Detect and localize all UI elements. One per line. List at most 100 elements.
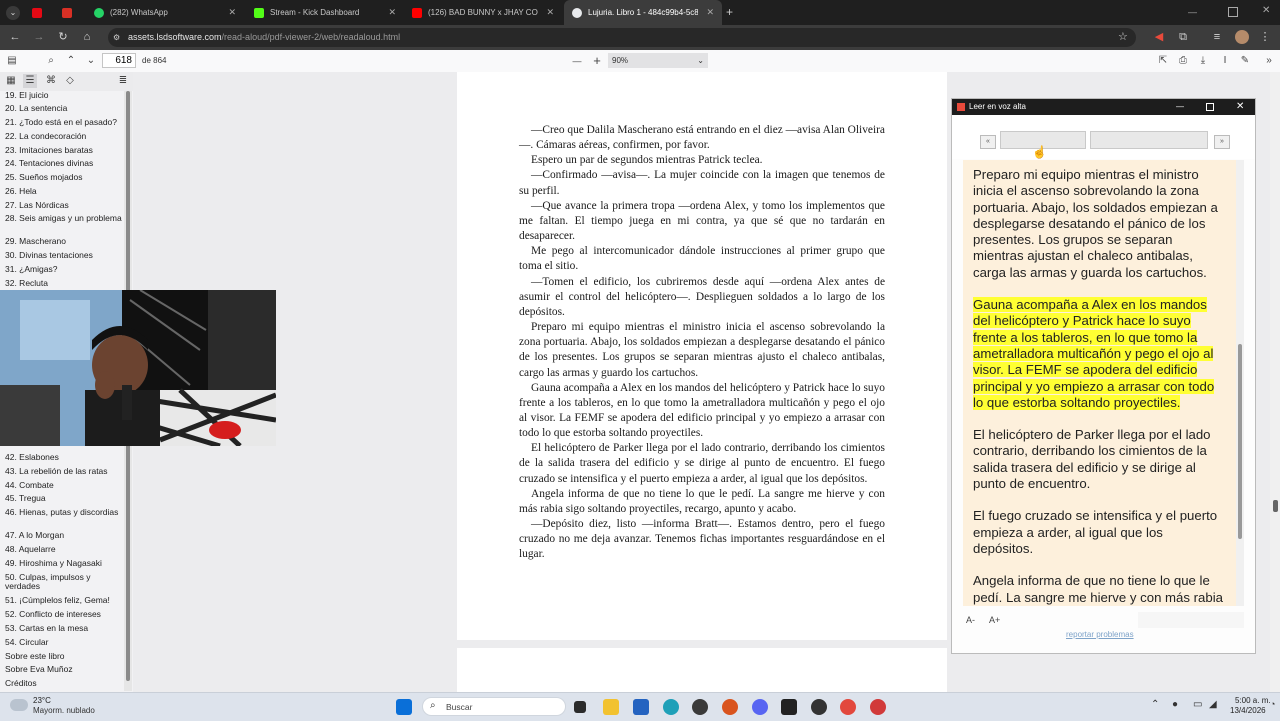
- discord-icon[interactable]: [752, 699, 768, 715]
- outline-item[interactable]: 48. Aquelarre: [0, 545, 123, 554]
- outline-item[interactable]: 19. El juicio: [0, 91, 123, 100]
- taskbar-search[interactable]: ⌕ Buscar: [422, 697, 566, 716]
- close-icon[interactable]: ✕: [1236, 99, 1244, 115]
- weather-temp[interactable]: 23°C: [33, 696, 51, 705]
- clock-time[interactable]: 5:00 a. m.: [1235, 696, 1271, 705]
- close-icon[interactable]: ✕: [228, 7, 236, 18]
- read-aloud-extension-icon[interactable]: ◀: [1152, 30, 1166, 44]
- address-bar[interactable]: ⚙ assets.lsdsoftware.com/read-aloud/pdf-…: [108, 28, 1136, 47]
- outline-item[interactable]: 54. Circular: [0, 638, 123, 647]
- voice-control-slot[interactable]: [1090, 131, 1208, 149]
- rewind-button[interactable]: «: [980, 135, 996, 149]
- viewer-scrollbar[interactable]: [1270, 72, 1280, 692]
- microphone-icon[interactable]: ●: [1172, 699, 1178, 710]
- chrome-icon[interactable]: [840, 699, 856, 715]
- site-info-icon[interactable]: ⚙: [113, 33, 122, 42]
- zoom-out-button[interactable]: —: [570, 54, 584, 68]
- obs-icon[interactable]: [811, 699, 827, 715]
- outline-item[interactable]: 42. Eslabones: [0, 453, 123, 462]
- font-larger-button[interactable]: A+: [989, 615, 1000, 625]
- maximize-icon[interactable]: [1206, 103, 1214, 111]
- home-icon[interactable]: ⌂: [80, 30, 94, 44]
- outline-item[interactable]: 50. Culpas, impulsos y verdades: [0, 573, 123, 591]
- network-icon[interactable]: ▭: [1193, 699, 1202, 710]
- tray-chevron-icon[interactable]: ⌃: [1151, 699, 1159, 710]
- outline-item[interactable]: 26. Hela: [0, 187, 123, 196]
- minimize-icon[interactable]: —: [1176, 99, 1184, 115]
- zoom-select[interactable]: 90% ⌄: [608, 53, 708, 68]
- outline-item[interactable]: 29. Mascherano: [0, 237, 123, 246]
- media-controls-icon[interactable]: ≡: [1210, 30, 1224, 44]
- zoom-in-button[interactable]: +: [590, 54, 604, 68]
- tab-kick[interactable]: Stream - Kick Dashboard ✕: [246, 0, 404, 25]
- tab-youtube[interactable]: (126) BAD BUNNY x JHAY CORT ✕: [404, 0, 562, 25]
- outline-item[interactable]: 23. Imitaciones baratas: [0, 146, 123, 155]
- profile-avatar[interactable]: [1235, 30, 1249, 44]
- reload-icon[interactable]: ↻: [56, 30, 70, 44]
- read-aloud-scroll-thumb[interactable]: [1238, 344, 1242, 539]
- extensions-icon[interactable]: ⧉: [1176, 30, 1190, 44]
- forward-button[interactable]: »: [1214, 135, 1230, 149]
- outline-item[interactable]: 30. Divinas tentaciones: [0, 251, 123, 260]
- bookmark-star-icon[interactable]: ☆: [1118, 30, 1128, 43]
- outline-item[interactable]: 44. Combate: [0, 481, 123, 490]
- weather-icon[interactable]: [10, 699, 28, 711]
- outline-item[interactable]: 51. ¡Cúmplelos feliz, Gema!: [0, 596, 123, 605]
- close-icon[interactable]: ✕: [388, 7, 396, 18]
- outline-item[interactable]: 45. Tregua: [0, 494, 123, 503]
- menu-dots-icon[interactable]: ⋮: [1258, 30, 1272, 44]
- outline-item[interactable]: 31. ¿Amigas?: [0, 265, 123, 274]
- outline-item[interactable]: 24. Tentaciones divinas: [0, 159, 123, 168]
- start-icon[interactable]: [396, 699, 412, 715]
- outline-item[interactable]: 32. Recluta: [0, 279, 123, 288]
- new-tab-button[interactable]: +: [726, 6, 738, 18]
- outline-item[interactable]: 47. A lo Morgan: [0, 531, 123, 540]
- sidebar-toggle-icon[interactable]: ▤: [5, 54, 19, 68]
- task-view-icon[interactable]: [574, 701, 586, 713]
- edge-icon[interactable]: [663, 699, 679, 715]
- font-smaller-button[interactable]: A-: [966, 615, 975, 625]
- app-icon[interactable]: [722, 699, 738, 715]
- clock-date[interactable]: 13/4/2026: [1230, 706, 1266, 715]
- maximize-window-button[interactable]: [1228, 7, 1238, 17]
- page-number-input[interactable]: 618: [102, 53, 136, 68]
- outline-item[interactable]: 25. Sueños mojados: [0, 173, 123, 182]
- outline-item[interactable]: Sobre Eva Muñoz: [0, 665, 123, 674]
- layers-icon[interactable]: ◇: [63, 74, 77, 88]
- outline-item[interactable]: 53. Cartas en la mesa: [0, 624, 123, 633]
- weather-desc[interactable]: Mayorm. nublado: [33, 706, 95, 715]
- download-icon[interactable]: ⤓: [1196, 54, 1210, 68]
- tab-search-button[interactable]: ⌄: [6, 6, 20, 20]
- volume-icon[interactable]: ◢: [1209, 699, 1217, 710]
- outline-item[interactable]: 28. Seis amigas y un problema: [0, 214, 123, 223]
- outline-icon[interactable]: ☰: [23, 74, 37, 88]
- outline-item[interactable]: 52. Conflicto de intereses: [0, 610, 123, 619]
- outline-item[interactable]: 49. Hiroshima y Nagasaki: [0, 559, 123, 568]
- tab-lujuria[interactable]: Lujuria. Libro 1 - 484c99b4-5c8 ✕: [564, 0, 722, 25]
- tab-whatsapp[interactable]: (282) WhatsApp ✕: [86, 0, 244, 25]
- whatsapp-app-icon[interactable]: [692, 699, 708, 715]
- close-icon[interactable]: ✕: [546, 7, 554, 18]
- tab-mail[interactable]: [56, 0, 80, 25]
- notification-icon[interactable]: ◔: [1270, 699, 1275, 709]
- outline-item[interactable]: 27. Las Nórdicas: [0, 201, 123, 210]
- close-window-button[interactable]: ✕: [1262, 5, 1272, 17]
- outline-item[interactable]: Créditos: [0, 679, 123, 688]
- thumbnails-icon[interactable]: ▦: [4, 74, 18, 88]
- minimize-window-button[interactable]: —: [1188, 7, 1198, 17]
- attachments-icon[interactable]: ⌘: [44, 74, 58, 88]
- outline-item[interactable]: 20. La sentencia: [0, 104, 123, 113]
- outline-item[interactable]: 22. La condecoración: [0, 132, 123, 141]
- find-icon[interactable]: ⌕: [44, 54, 58, 68]
- outline-item[interactable]: Sobre este libro: [0, 652, 123, 661]
- store-icon[interactable]: [633, 699, 649, 715]
- open-file-icon[interactable]: ⇱: [1156, 54, 1170, 68]
- draw-icon[interactable]: ✎: [1238, 54, 1252, 68]
- close-icon[interactable]: ✕: [706, 7, 714, 18]
- chrome-profile-icon[interactable]: [870, 699, 886, 715]
- capcut-icon[interactable]: [781, 699, 797, 715]
- viewer-scroll-thumb[interactable]: [1273, 500, 1278, 512]
- text-select-icon[interactable]: I: [1218, 54, 1232, 68]
- forward-arrow-icon[interactable]: →: [32, 30, 46, 44]
- print-icon[interactable]: ⎙: [1176, 54, 1190, 68]
